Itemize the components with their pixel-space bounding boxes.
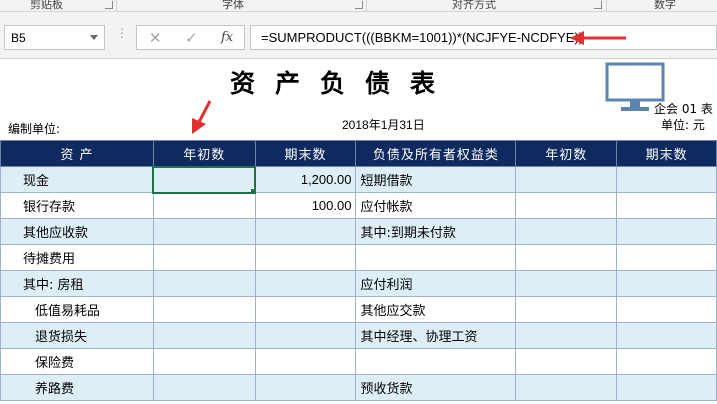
asset-begin-cell[interactable]	[152, 322, 256, 349]
alignment-dialog-launcher-icon[interactable]	[594, 1, 602, 9]
table-row: 银行存款 100.00 应付帐款	[0, 192, 717, 219]
liab-end-cell[interactable]	[616, 218, 717, 245]
asset-cell[interactable]: 保险费	[0, 348, 154, 375]
chevron-down-icon[interactable]	[90, 35, 98, 40]
asset-cell[interactable]: 低值易耗品	[0, 296, 154, 323]
asset-end-cell[interactable]: 1,200.00	[254, 166, 357, 193]
liab-end-cell[interactable]	[616, 270, 717, 297]
asset-begin-cell[interactable]	[152, 348, 256, 375]
insert-function-icon[interactable]: fx	[221, 30, 233, 45]
ribbon-group-font: 字体	[222, 0, 244, 11]
asset-end-cell[interactable]	[254, 348, 357, 375]
org-label: 编制单位:	[8, 122, 61, 136]
liab-end-cell[interactable]	[616, 322, 717, 349]
ribbon-group-clipboard: 剪贴板	[30, 0, 63, 11]
ribbon-separator	[606, 0, 607, 11]
liability-cell[interactable]: 应付利润	[355, 270, 517, 297]
ribbon-separator	[116, 0, 117, 11]
formula-input[interactable]: =SUMPRODUCT(((BBKM=1001))*(NCJFYE-NCDFYE…	[250, 25, 717, 50]
sheet-title: 资产负债表	[230, 69, 456, 98]
asset-begin-cell[interactable]	[152, 374, 256, 401]
liab-begin-cell[interactable]	[515, 270, 618, 297]
asset-cell[interactable]: 现金	[0, 166, 154, 193]
header-asset-end[interactable]: 期末数	[254, 140, 357, 167]
liability-cell[interactable]: 应付帐款	[355, 192, 517, 219]
asset-cell[interactable]: 其他应收款	[0, 218, 154, 245]
table-row: 其中: 房租 应付利润	[0, 270, 717, 297]
asset-end-cell[interactable]	[254, 296, 357, 323]
formula-bar-area: B5 ⋮ ✕ ✓ fx =SUMPRODUCT(((BBKM=1001))*(N…	[0, 12, 717, 59]
table-row: 低值易耗品 其他应交款	[0, 296, 717, 323]
liability-cell[interactable]: 短期借款	[355, 166, 517, 193]
asset-begin-cell[interactable]	[152, 192, 256, 219]
asset-cell[interactable]: 银行存款	[0, 192, 154, 219]
header-liab-begin[interactable]: 年初数	[515, 140, 618, 167]
liab-end-cell[interactable]	[616, 244, 717, 271]
liab-begin-cell[interactable]	[515, 348, 618, 375]
liability-cell[interactable]: 其中:到期未付款	[355, 218, 517, 245]
report-date: 2018年1月31日	[342, 118, 425, 132]
liab-end-cell[interactable]	[616, 348, 717, 375]
liab-begin-cell[interactable]	[515, 296, 618, 323]
asset-end-cell[interactable]	[254, 244, 357, 271]
table-row: 保险费	[0, 348, 717, 375]
worksheet: 资产负债表 企会 01 表 单位: 元 2018年1月31日 编制单位: 资 产…	[0, 60, 717, 404]
liab-begin-cell[interactable]	[515, 244, 618, 271]
table-row: 其他应收款 其中:到期未付款	[0, 218, 717, 245]
unit-label: 单位: 元	[661, 118, 705, 132]
clipboard-dialog-launcher-icon[interactable]	[105, 1, 113, 9]
selected-cell[interactable]	[152, 165, 257, 194]
asset-cell[interactable]: 其中: 房租	[0, 270, 154, 297]
header-asset-begin[interactable]: 年初数	[152, 140, 256, 167]
formula-text: =SUMPRODUCT(((BBKM=1001))*(NCJFYE-NCDFYE…	[261, 30, 584, 45]
liab-begin-cell[interactable]	[515, 192, 618, 219]
liab-begin-cell[interactable]	[515, 322, 618, 349]
asset-cell[interactable]: 退货损失	[0, 322, 154, 349]
ribbon-separator	[366, 0, 367, 11]
ribbon-group-alignment: 对齐方式	[452, 0, 496, 11]
asset-begin-cell[interactable]	[152, 270, 256, 297]
liability-cell[interactable]: 其他应交款	[355, 296, 517, 323]
asset-cell[interactable]: 待摊费用	[0, 244, 154, 271]
liab-begin-cell[interactable]	[515, 218, 618, 245]
asset-end-cell[interactable]	[254, 270, 357, 297]
table-header-row: 资 产 年初数 期末数 负债及所有者权益类 年初数 期末数	[0, 140, 717, 167]
balance-sheet-table: 资 产 年初数 期末数 负债及所有者权益类 年初数 期末数 现金 1,200.0…	[0, 140, 717, 401]
asset-end-cell[interactable]	[254, 218, 357, 245]
name-box[interactable]: B5	[4, 25, 105, 50]
font-dialog-launcher-icon[interactable]	[355, 1, 363, 9]
liab-begin-cell[interactable]	[515, 166, 618, 193]
header-liab-end[interactable]: 期末数	[616, 140, 717, 167]
liab-begin-cell[interactable]	[515, 374, 618, 401]
asset-end-cell[interactable]: 100.00	[254, 192, 357, 219]
asset-cell[interactable]: 养路费	[0, 374, 154, 401]
asset-end-cell[interactable]	[254, 322, 357, 349]
liab-end-cell[interactable]	[616, 166, 717, 193]
table-row: 养路费 预收货款	[0, 374, 717, 401]
table-row: 待摊费用	[0, 244, 717, 271]
liab-end-cell[interactable]	[616, 192, 717, 219]
asset-begin-cell[interactable]	[152, 244, 256, 271]
asset-begin-cell[interactable]	[152, 218, 256, 245]
header-assets[interactable]: 资 产	[0, 140, 154, 167]
form-code: 企会 01 表	[654, 102, 713, 116]
ribbon-group-labels: 剪贴板 字体 对齐方式 数字	[0, 0, 717, 12]
liab-end-cell[interactable]	[616, 296, 717, 323]
enter-icon[interactable]: ✓	[185, 29, 198, 47]
liability-cell[interactable]	[355, 244, 517, 271]
cancel-icon[interactable]: ✕	[149, 29, 162, 47]
asset-begin-cell[interactable]	[152, 296, 256, 323]
liab-end-cell[interactable]	[616, 374, 717, 401]
liability-cell[interactable]: 其中经理、协理工资	[355, 322, 517, 349]
asset-end-cell[interactable]	[254, 374, 357, 401]
formula-buttons: ✕ ✓ fx	[136, 25, 245, 50]
ribbon-group-number: 数字	[654, 0, 676, 11]
table-row: 退货损失 其中经理、协理工资	[0, 322, 717, 349]
table-row: 现金 1,200.00 短期借款	[0, 165, 717, 194]
drag-handle-icon[interactable]: ⋮	[116, 27, 128, 39]
header-liabilities[interactable]: 负债及所有者权益类	[355, 140, 517, 167]
name-box-value: B5	[11, 31, 26, 45]
liability-cell[interactable]: 预收货款	[355, 374, 517, 401]
liability-cell[interactable]	[355, 348, 517, 375]
